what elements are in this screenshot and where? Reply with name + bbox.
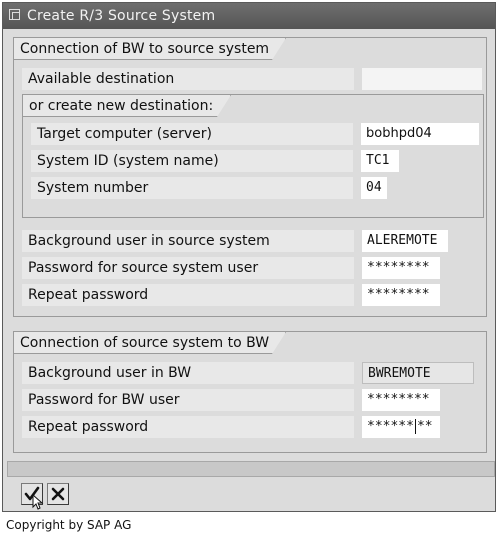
status-bar <box>7 461 495 477</box>
confirm-button[interactable] <box>21 483 44 510</box>
group-bw-to-source-title: Connection of BW to source system <box>14 38 286 60</box>
cancel-x-icon <box>51 487 65 501</box>
repeat-password-bw-label: Repeat password <box>22 416 354 438</box>
bg-user-bw-field[interactable]: BWREMOTE <box>362 362 474 384</box>
target-computer-field[interactable]: bobhpd04 <box>361 123 479 145</box>
system-id-label: System ID (system name) <box>31 150 353 172</box>
repeat-password-bw-before-cursor: ****** <box>367 419 414 434</box>
password-source-label: Password for source system user <box>22 257 354 279</box>
repeat-password-source-label: Repeat password <box>22 284 354 306</box>
create-source-system-dialog: Create R/3 Source System Connection of B… <box>2 2 496 512</box>
window-title: Create R/3 Source System <box>27 8 216 24</box>
bg-user-source-label: Background user in source system <box>22 230 354 252</box>
system-id-field[interactable]: TC1 <box>361 150 399 172</box>
group-source-to-bw: Connection of source system to BW Backgr… <box>13 331 487 453</box>
group-bw-to-source: Connection of BW to source system Availa… <box>13 37 487 317</box>
available-destination-field[interactable] <box>362 68 482 90</box>
system-number-field[interactable]: 04 <box>361 177 387 199</box>
copyright-text: Copyright by SAP AG <box>6 518 132 532</box>
repeat-password-bw-field[interactable]: ****** ** <box>362 416 440 438</box>
repeat-password-bw-after-cursor: ** <box>416 419 433 434</box>
title-bar: Create R/3 Source System <box>3 3 495 29</box>
available-destination-label: Available destination <box>22 68 354 90</box>
target-computer-label: Target computer (server) <box>31 123 353 145</box>
window-icon <box>9 9 20 20</box>
group-source-to-bw-title: Connection of source system to BW <box>14 332 286 354</box>
bg-user-source-field[interactable]: ALEREMOTE <box>362 230 448 252</box>
password-source-field[interactable]: ******** <box>362 257 440 279</box>
system-number-label: System number <box>31 177 353 199</box>
group-new-destination: or create new destination: Target comput… <box>22 94 484 218</box>
password-bw-label: Password for BW user <box>22 389 354 411</box>
bg-user-bw-label: Background user in BW <box>22 362 354 384</box>
cancel-button[interactable] <box>47 483 69 505</box>
mouse-pointer-icon <box>32 494 44 510</box>
group-new-destination-title: or create new destination: <box>23 95 231 117</box>
text-cursor <box>414 419 416 434</box>
password-bw-field[interactable]: ******** <box>362 389 440 411</box>
repeat-password-source-field[interactable]: ******** <box>362 284 440 306</box>
